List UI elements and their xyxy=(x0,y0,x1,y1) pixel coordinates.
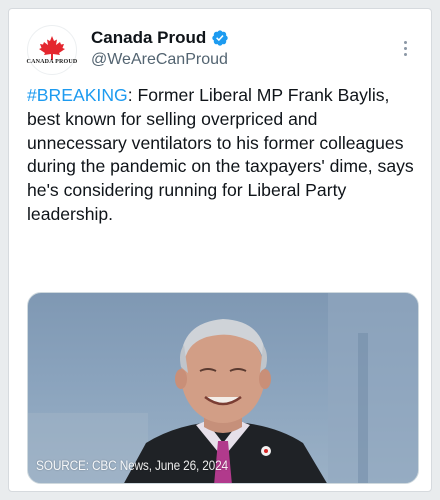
name-row: Canada Proud xyxy=(91,27,229,49)
tweet-body: : Former Liberal MP Frank Baylis, best k… xyxy=(27,85,419,224)
image-caption: SOURCE: CBC News, June 26, 2024 xyxy=(36,458,228,473)
tweet-card[interactable]: CANADA PROUD Canada Proud @WeAreCanProud… xyxy=(8,8,432,492)
author-handle[interactable]: @WeAreCanProud xyxy=(91,51,229,69)
hashtag-link[interactable]: #BREAKING xyxy=(27,85,128,105)
avatar[interactable]: CANADA PROUD xyxy=(27,25,77,75)
avatar-label: CANADA PROUD xyxy=(26,59,78,65)
author-block: Canada Proud @WeAreCanProud xyxy=(91,27,229,69)
tweet-text: #BREAKING: Former Liberal MP Frank Bayli… xyxy=(27,84,419,227)
more-options-icon[interactable] xyxy=(395,37,415,59)
photo-illustration xyxy=(28,293,418,483)
maple-leaf-icon xyxy=(39,36,65,60)
tweet-image[interactable]: SOURCE: CBC News, June 26, 2024 xyxy=(27,292,419,484)
verified-badge-icon[interactable] xyxy=(211,29,229,47)
tweet-header: CANADA PROUD Canada Proud @WeAreCanProud xyxy=(27,25,417,79)
display-name[interactable]: Canada Proud xyxy=(91,28,206,48)
